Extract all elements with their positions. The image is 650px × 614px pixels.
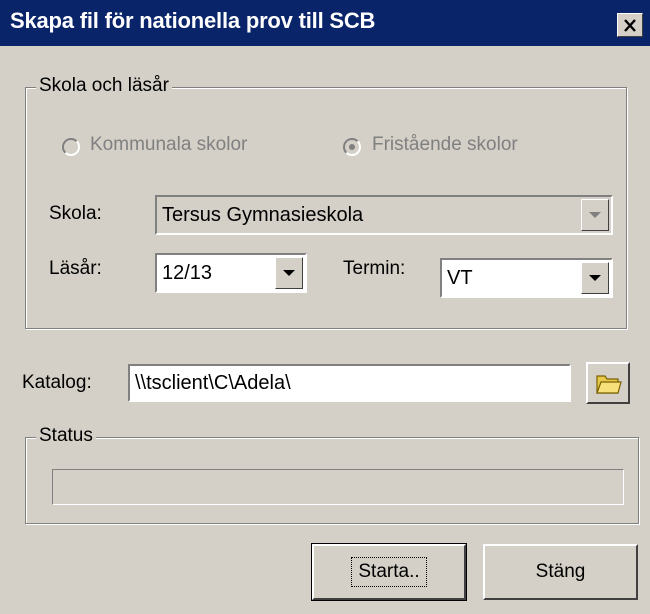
radio-fristaende[interactable] — [343, 138, 361, 156]
skola-value: Tersus Gymnasieskola — [162, 204, 364, 226]
radio-kommunala[interactable] — [62, 138, 80, 156]
lasar-select[interactable]: 12/13 — [155, 253, 307, 293]
lasar-label: Läsår: — [49, 258, 102, 279]
skola-dropdown-button[interactable] — [581, 199, 609, 231]
status-legend: Status — [36, 425, 96, 447]
chevron-down-icon — [589, 275, 601, 281]
close-icon — [624, 18, 636, 32]
radio-kommunala-label[interactable]: Kommunala skolor — [90, 134, 247, 156]
browse-folder-button[interactable] — [586, 362, 630, 404]
start-button[interactable]: Starta.. — [311, 543, 467, 601]
termin-dropdown-button[interactable] — [581, 262, 609, 294]
window-title: Skapa fil för nationella prov till SCB — [10, 8, 376, 33]
chevron-down-icon — [283, 270, 295, 276]
katalog-label: Katalog: — [22, 372, 92, 393]
radio-fristaende-label[interactable]: Fristående skolor — [372, 134, 518, 156]
close-button[interactable]: Stäng — [483, 544, 638, 600]
skola-label: Skola: — [49, 203, 102, 224]
lasar-value: 12/13 — [162, 262, 213, 284]
termin-select[interactable]: VT — [440, 258, 613, 298]
katalog-input[interactable]: \\tsclient\C\Adela\ — [128, 364, 571, 402]
school-year-legend: Skola och läsår — [36, 75, 172, 97]
katalog-value: \\tsclient\C\Adela\ — [135, 372, 291, 394]
close-window-button[interactable] — [617, 13, 643, 37]
status-progress-bar — [52, 469, 624, 505]
title-bar[interactable]: Skapa fil för nationella prov till SCB — [0, 0, 650, 46]
chevron-down-icon — [589, 212, 601, 218]
skola-select[interactable]: Tersus Gymnasieskola — [155, 195, 613, 235]
lasar-dropdown-button[interactable] — [275, 257, 303, 289]
termin-value: VT — [447, 267, 473, 289]
start-button-label: Starta.. — [351, 557, 427, 587]
folder-icon — [596, 375, 622, 394]
termin-label: Termin: — [343, 258, 406, 279]
close-button-label: Stäng — [535, 561, 586, 582]
dialog-window: Skapa fil för nationella prov till SCB S… — [0, 0, 650, 614]
